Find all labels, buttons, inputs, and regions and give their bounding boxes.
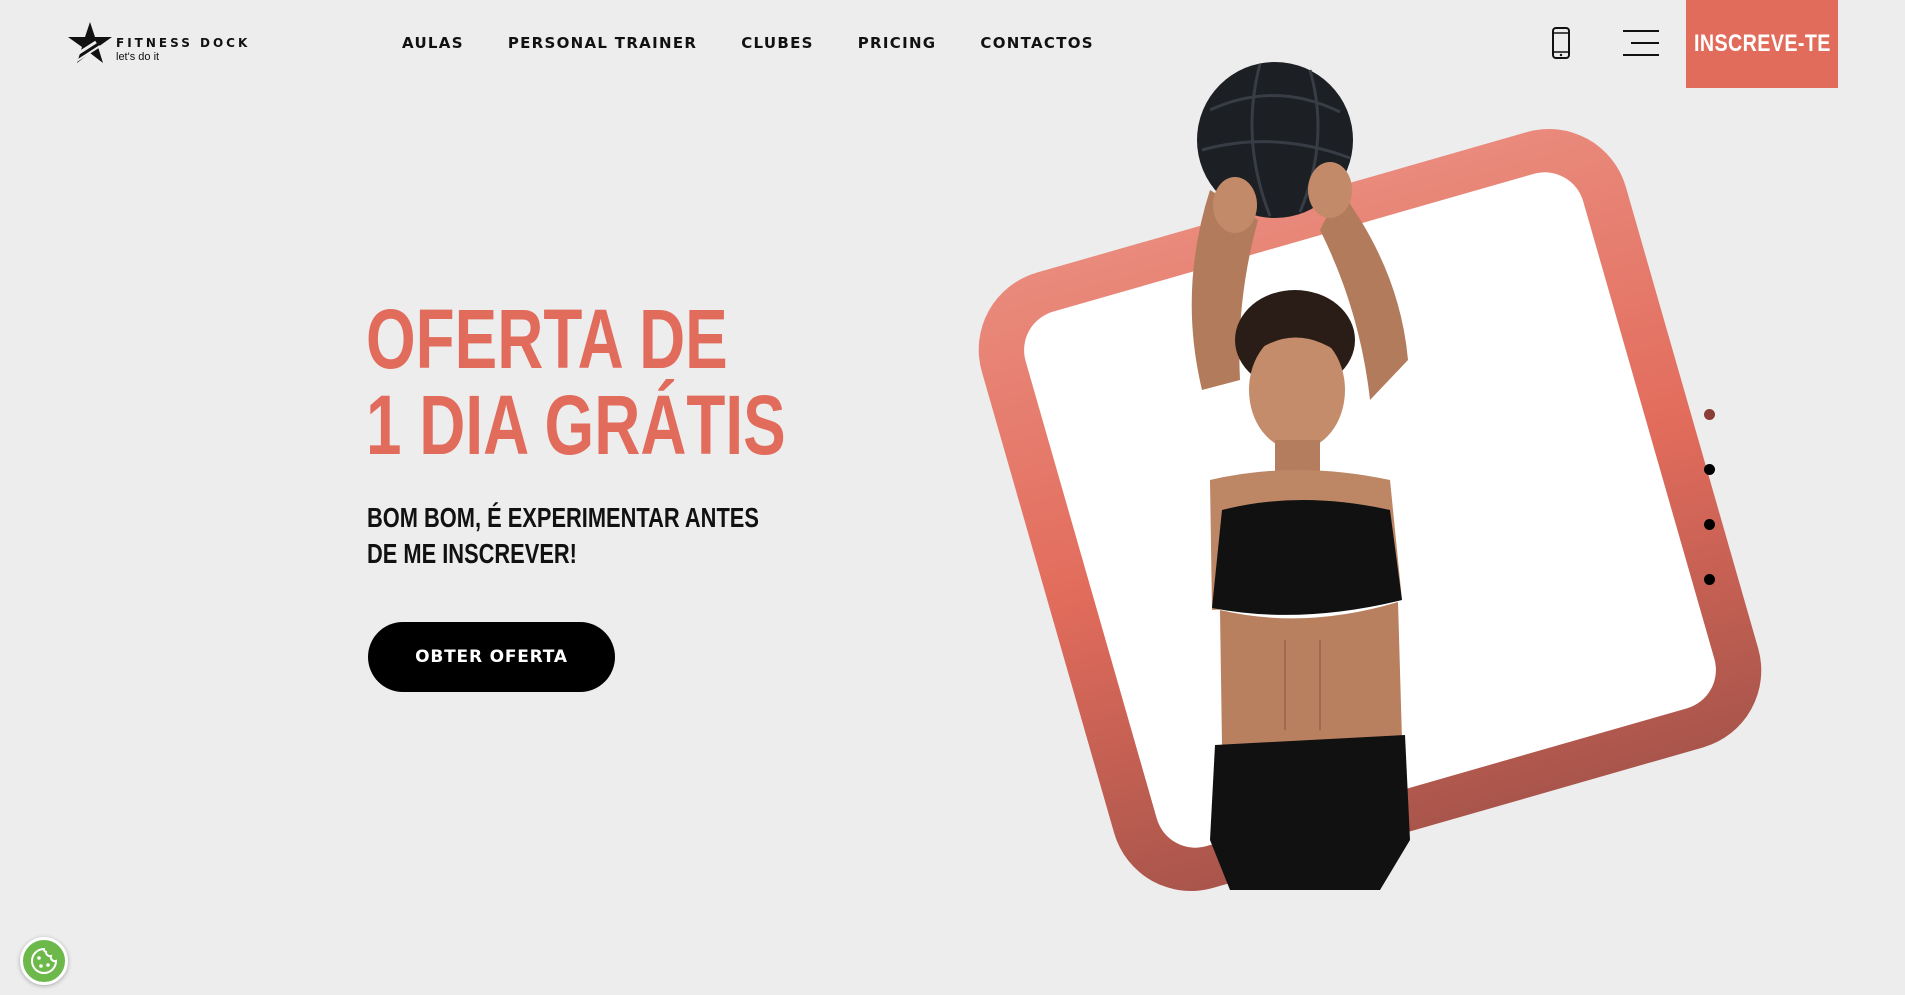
hero-title: OFERTA DE 1 DIA GRÁTIS [366,296,786,468]
hero-image [940,40,1780,920]
logo[interactable]: FITNESS DOCK let's do it [66,20,247,68]
cookie-icon [31,947,58,974]
get-offer-button[interactable]: OBTER OFERTA [368,622,615,692]
star-logo-icon [67,22,112,65]
nav-item-aulas[interactable]: AULAS [402,34,464,52]
slider-pagination [1704,409,1716,589]
slider-dot-4[interactable] [1704,574,1715,585]
nav-item-pricing[interactable]: PRICING [858,34,937,52]
logo-name: FITNESS DOCK [116,36,251,50]
nav-item-clubes[interactable]: CLUBES [741,34,814,52]
nav-item-personal-trainer[interactable]: PERSONAL TRAINER [508,34,697,52]
hero-subtitle: BOM BOM, É EXPERIMENTAR ANTES DE ME INSC… [367,500,759,572]
cookie-settings-button[interactable] [20,937,68,985]
hero-subtitle-line2: DE ME INSCREVER! [367,538,577,569]
logo-tagline: let's do it [116,51,160,63]
slider-dot-3[interactable] [1704,519,1715,530]
hero-title-line1: OFERTA DE [366,292,728,386]
slider-dot-2[interactable] [1704,464,1715,475]
hero-subtitle-line1: BOM BOM, É EXPERIMENTAR ANTES [367,502,759,533]
hero-title-line2: 1 DIA GRÁTIS [366,378,786,472]
slider-dot-1[interactable] [1704,409,1715,420]
